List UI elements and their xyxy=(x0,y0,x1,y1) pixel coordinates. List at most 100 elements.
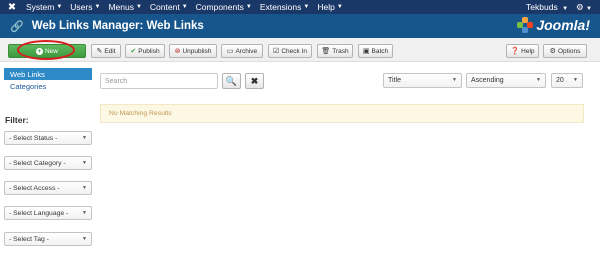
list-limit-select[interactable]: 20 ▼ xyxy=(551,73,583,88)
sort-field-select[interactable]: Title ▼ xyxy=(383,73,462,88)
joomla-menu-icon[interactable]: ✖ xyxy=(4,0,20,14)
select-value: - Select Category - xyxy=(9,159,66,167)
menu-menus[interactable]: Menus ▼ xyxy=(108,2,141,12)
chevron-down-icon: ▼ xyxy=(82,135,87,141)
joomla-logo: Joomla! xyxy=(517,17,590,33)
select-value: - Select Status - xyxy=(9,134,58,142)
check-icon: ✔ xyxy=(130,48,137,55)
category-filter-select[interactable]: - Select Category - ▼ xyxy=(4,156,92,170)
batch-button-label: Batch xyxy=(371,47,389,55)
tag-filter-select[interactable]: - Select Tag - ▼ xyxy=(4,232,92,246)
menu-label: Menus xyxy=(108,2,134,12)
unpublish-button-label: Unpublish xyxy=(182,47,212,55)
select-value: Title xyxy=(388,77,401,84)
unpublish-button[interactable]: ⊗ Unpublish xyxy=(169,44,217,58)
menu-help[interactable]: Help ▼ xyxy=(317,2,342,12)
caret-down-icon: ▼ xyxy=(586,5,592,12)
search-input[interactable]: Search xyxy=(100,73,218,89)
main-menu: System ▼ Users ▼ Menus ▼ Content ▼ Component… xyxy=(26,2,351,12)
sidebar-item-label: Web Links xyxy=(10,69,45,79)
caret-down-icon: ▼ xyxy=(245,4,252,10)
access-filter-select[interactable]: - Select Access - ▼ xyxy=(4,181,92,195)
no-results-alert: No Matching Results xyxy=(100,104,584,123)
user-menu[interactable]: Tekbuds ▼ xyxy=(526,2,568,12)
publish-button[interactable]: ✔ Publish xyxy=(125,44,165,58)
settings-menu[interactable]: ⚙ ▼ xyxy=(576,2,592,13)
alert-message: No Matching Results xyxy=(109,110,172,117)
select-value: - Select Access - xyxy=(9,184,60,192)
select-value: - Select Tag - xyxy=(9,235,49,243)
link-icon: 🔗 xyxy=(10,20,24,33)
options-button-label: Options xyxy=(557,47,581,55)
edit-button[interactable]: ✎ Edit xyxy=(91,44,121,58)
toolbar: + New ✎ Edit ✔ Publish ⊗ Unpublish ▭ Archive… xyxy=(0,38,600,62)
caret-down-icon: ▼ xyxy=(56,4,63,10)
trash-icon: 🗑 xyxy=(321,48,331,55)
chevron-down-icon: ▼ xyxy=(82,160,87,166)
user-name: Tekbuds xyxy=(526,2,558,12)
chevron-down-icon: ▼ xyxy=(452,77,457,83)
page-title: Web Links Manager: Web Links xyxy=(31,20,204,32)
joomla-logo-icon xyxy=(517,17,534,33)
edit-icon: ✎ xyxy=(96,48,103,55)
sort-order-select[interactable]: Ascending ▼ xyxy=(466,73,546,88)
question-icon: ❓ xyxy=(510,48,520,55)
language-filter-select[interactable]: - Select Language - ▼ xyxy=(4,206,92,220)
menu-extensions[interactable]: Extensions ▼ xyxy=(260,2,310,12)
menu-content[interactable]: Content ▼ xyxy=(150,2,188,12)
menu-label: System xyxy=(26,2,55,12)
caret-down-icon: ▼ xyxy=(336,4,343,10)
help-button-label: Help xyxy=(521,47,535,55)
unpublish-icon: ⊗ xyxy=(174,48,181,55)
chevron-down-icon: ▼ xyxy=(536,77,541,83)
publish-button-label: Publish xyxy=(138,47,160,55)
new-button[interactable]: + New xyxy=(8,44,86,58)
trash-button-label: Trash xyxy=(332,47,349,55)
filter-heading: Filter: xyxy=(5,115,29,125)
menu-components[interactable]: Components ▼ xyxy=(196,2,252,12)
archive-button-label: Archive xyxy=(235,47,258,55)
chevron-down-icon: ▼ xyxy=(573,77,578,83)
archive-button[interactable]: ▭ Archive xyxy=(221,44,263,58)
checkin-button[interactable]: ☑ Check In xyxy=(268,44,312,58)
topbar-right: Tekbuds ▼ ⚙ ▼ xyxy=(526,0,592,14)
gear-icon: ⚙ xyxy=(576,1,584,12)
search-placeholder: Search xyxy=(105,77,128,85)
search-button[interactable]: 🔍 xyxy=(222,73,241,89)
joomla-logo-text: Joomla! xyxy=(536,17,590,33)
checkin-button-label: Check In xyxy=(281,47,307,55)
help-button[interactable]: ❓ Help xyxy=(506,44,539,58)
select-value: - Select Language - xyxy=(9,209,69,217)
page-header: 🔗 Web Links Manager: Web Links Joomla! xyxy=(0,14,600,38)
clear-button[interactable]: ✖ xyxy=(245,73,264,89)
search-icon: 🔍 xyxy=(225,75,238,86)
menu-users[interactable]: Users ▼ xyxy=(70,2,100,12)
trash-button[interactable]: 🗑 Trash xyxy=(317,44,353,58)
chevron-down-icon: ▼ xyxy=(82,210,87,216)
caret-down-icon: ▼ xyxy=(135,4,142,10)
batch-icon: ▣ xyxy=(362,48,370,55)
menu-label: Users xyxy=(70,2,93,12)
select-value: Ascending xyxy=(471,77,504,84)
options-button[interactable]: ⚙ Options xyxy=(543,44,587,58)
caret-down-icon: ▼ xyxy=(303,4,310,10)
close-icon: ✖ xyxy=(250,75,259,86)
checkbox-icon: ☑ xyxy=(273,48,280,55)
menu-label: Content xyxy=(149,2,180,12)
sidebar-item-web-links[interactable]: Web Links xyxy=(4,68,92,80)
caret-down-icon: ▼ xyxy=(181,4,188,10)
menu-label: Help xyxy=(317,2,335,12)
admin-menu-bar: ✖ System ▼ Users ▼ Menus ▼ Content ▼ Compone… xyxy=(0,0,600,14)
gear-icon: ⚙ xyxy=(549,48,556,55)
batch-button[interactable]: ▣ Batch xyxy=(358,44,393,58)
sidebar: Web Links Categories xyxy=(4,68,92,92)
edit-button-label: Edit xyxy=(104,47,116,55)
archive-icon: ▭ xyxy=(226,48,234,55)
plus-icon: + xyxy=(35,47,43,55)
menu-system[interactable]: System ▼ xyxy=(26,2,62,12)
chevron-down-icon: ▼ xyxy=(82,185,87,191)
sidebar-item-categories[interactable]: Categories xyxy=(4,80,92,92)
sidebar-item-label: Categories xyxy=(10,81,47,91)
menu-label: Extensions xyxy=(259,2,302,12)
status-filter-select[interactable]: - Select Status - ▼ xyxy=(4,131,92,145)
